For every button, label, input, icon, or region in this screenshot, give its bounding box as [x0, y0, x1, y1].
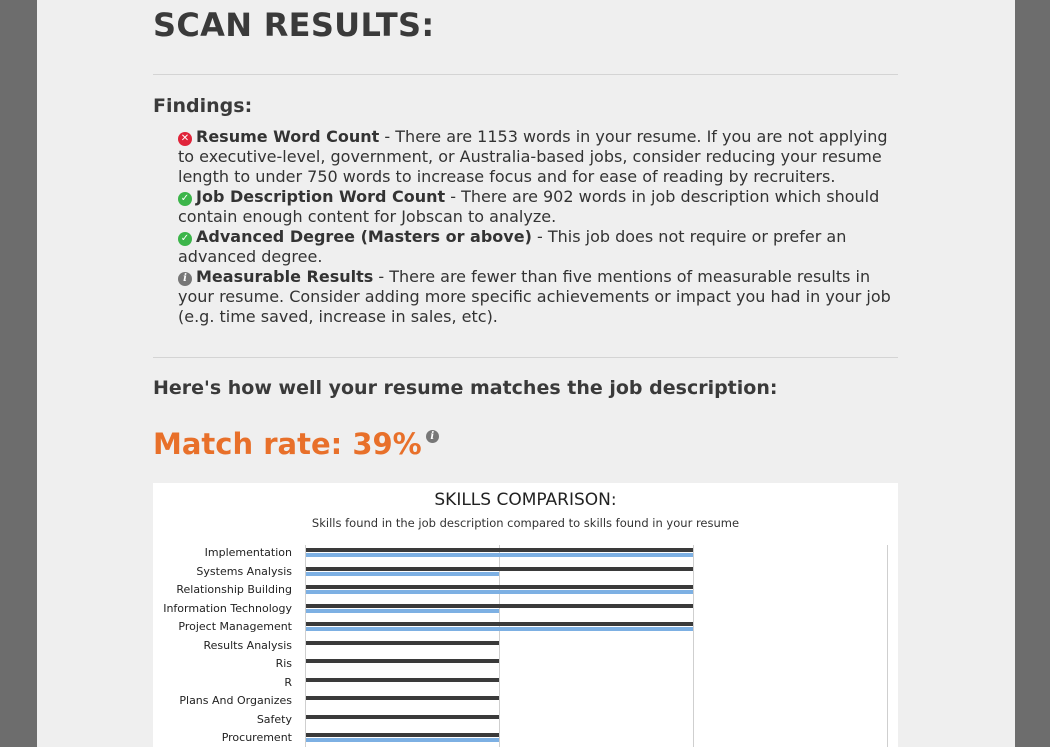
check-circle-icon: ✓	[178, 232, 192, 246]
resume-skill-bar[interactable]	[306, 738, 499, 742]
match-rate-label: Match rate: 39%	[153, 427, 422, 461]
job-skill-bar[interactable]	[306, 566, 693, 571]
chart-grid-line	[693, 545, 694, 747]
resume-skill-bar[interactable]	[306, 553, 693, 557]
chart-category-label: Systems Analysis	[196, 564, 292, 578]
finding-item: ✓ Job Description Word Count - There are …	[178, 187, 898, 227]
resume-skill-bar[interactable]	[306, 590, 693, 594]
finding-name: Measurable Results	[196, 267, 374, 286]
chart-category-label: Implementation	[204, 546, 292, 559]
chart-title: SKILLS COMPARISON:	[434, 490, 617, 510]
chart-category-label: Ris	[275, 657, 292, 670]
chart-category-label: Safety	[256, 712, 292, 726]
x-circle-icon: ✕	[178, 132, 192, 146]
job-skill-bar[interactable]	[306, 659, 499, 663]
info-icon[interactable]: i	[425, 430, 439, 443]
finding-name: Advanced Degree (Masters or above)	[196, 227, 532, 246]
divider	[153, 357, 898, 358]
resume-skill-bar[interactable]	[306, 608, 499, 613]
chart-subtitle: Skills found in the job description comp…	[311, 516, 740, 530]
job-skill-bar[interactable]	[306, 640, 499, 645]
finding-name: Job Description Word Count	[196, 187, 446, 206]
findings-list: ✕ Resume Word Count - There are 1153 word…	[178, 127, 898, 327]
skills-chart: SKILLS COMPARISON: Skills found in the j…	[153, 483, 898, 747]
chart-category-label: Plans And Organizes	[179, 694, 292, 707]
chart-category-label: Relationship Building	[176, 583, 292, 596]
finding-item: ✓ Advanced Degree (Masters or above) - Th…	[178, 227, 898, 267]
chart-category-label: R	[284, 675, 292, 689]
job-skill-bar[interactable]	[306, 548, 693, 552]
chart-grid-line	[499, 545, 500, 747]
chart-grid-line	[887, 545, 888, 747]
chart-category-label: Project Management	[178, 620, 292, 633]
job-skill-bar[interactable]	[306, 677, 499, 682]
chart-category-label: Procurement	[221, 731, 292, 744]
chart-category-label: Results Analysis	[203, 638, 292, 652]
finding-item: ✕ Resume Word Count - There are 1153 word…	[178, 127, 898, 187]
job-skill-bar[interactable]	[306, 622, 693, 626]
job-skill-bar[interactable]	[306, 696, 499, 700]
job-skill-bar[interactable]	[306, 733, 499, 737]
page-title: SCAN RESULTS:	[153, 6, 435, 44]
job-skill-bar[interactable]	[306, 585, 693, 589]
info-circle-icon[interactable]: i	[178, 272, 192, 286]
job-skill-bar[interactable]	[306, 714, 499, 719]
findings-heading: Findings:	[153, 95, 253, 117]
match-heading: Here's how well your resume matches the …	[153, 377, 778, 399]
resume-skill-bar[interactable]	[306, 627, 693, 631]
page: SCAN RESULTS: Findings: ✕ Resume Word Cou…	[37, 0, 1015, 747]
resume-skill-bar[interactable]	[306, 571, 499, 576]
chart-category-label: Information Technology	[163, 601, 292, 615]
finding-item: i Measurable Results - There are fewer th…	[178, 267, 898, 327]
divider	[153, 74, 898, 75]
finding-name: Resume Word Count	[196, 127, 380, 146]
job-skill-bar[interactable]	[306, 603, 693, 608]
check-circle-icon: ✓	[178, 192, 192, 206]
match-rate: Match rate: 39% i	[153, 427, 439, 461]
